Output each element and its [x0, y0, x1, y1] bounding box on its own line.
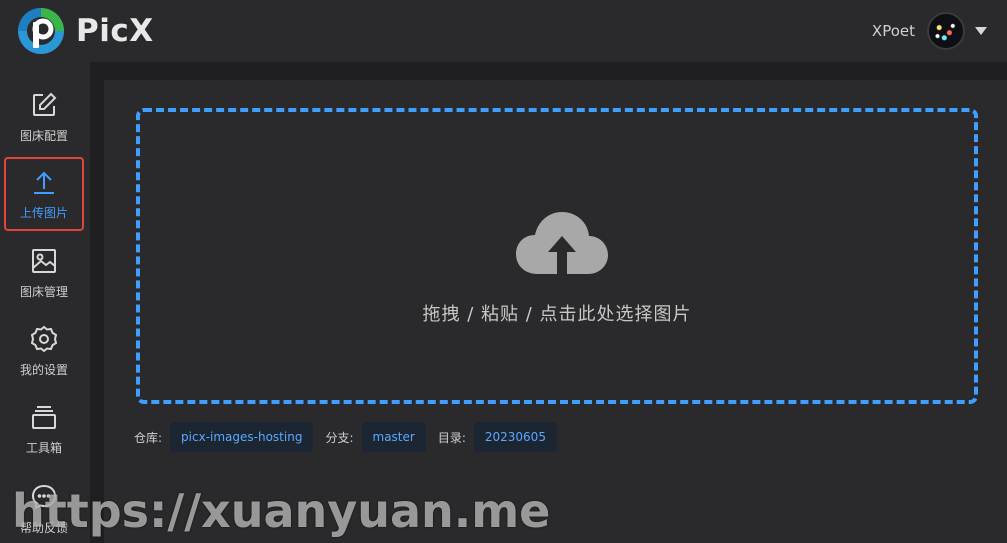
dir-tag[interactable]: 20230605: [473, 422, 557, 452]
sidebar-item-label: 工具箱: [25, 440, 62, 455]
branch-tag[interactable]: master: [361, 422, 426, 452]
sidebar-item-settings[interactable]: 我的设置: [4, 314, 84, 388]
main-content: 拖拽 / 粘贴 / 点击此处选择图片 仓库: picx-images-hosti…: [104, 80, 1007, 543]
dropzone-text: 拖拽 / 粘贴 / 点击此处选择图片: [422, 304, 692, 325]
watermark: https://xuanyuan.me: [12, 484, 551, 538]
sidebar-item-toolbox[interactable]: 工具箱: [4, 392, 84, 466]
sidebar: 图床配置 上传图片 图床管理 我的设置 工具箱 帮助反馈: [0, 62, 90, 543]
sidebar-item-label: 图床配置: [19, 128, 68, 143]
gear-icon: [30, 325, 58, 352]
branch-label: 分支:: [325, 430, 354, 445]
toolbox-icon: [32, 405, 56, 429]
upload-dropzone[interactable]: 拖拽 / 粘贴 / 点击此处选择图片: [136, 108, 978, 404]
sidebar-item-label: 上传图片: [19, 205, 68, 220]
cloud-upload-icon: [516, 212, 608, 274]
top-header: PicX XPoet: [0, 0, 1007, 62]
logo[interactable]: PicX: [16, 6, 154, 56]
repo-info: 仓库: picx-images-hosting 分支: master 目录: 2…: [134, 422, 569, 452]
sidebar-item-picture-bed-config[interactable]: 图床配置: [4, 80, 84, 154]
repo-tag[interactable]: picx-images-hosting: [170, 422, 314, 452]
image-icon: [32, 248, 56, 273]
sidebar-item-label: 我的设置: [19, 362, 68, 377]
username: XPoet: [871, 22, 915, 40]
user-avatar[interactable]: [927, 12, 965, 50]
app-name: PicX: [76, 13, 154, 49]
picx-logo-icon: [18, 8, 64, 54]
upload-icon: [34, 171, 54, 194]
edit-icon: [33, 92, 57, 116]
caret-down-icon[interactable]: [975, 27, 987, 35]
dir-label: 目录:: [437, 430, 466, 445]
repo-label: 仓库:: [134, 430, 163, 445]
sidebar-item-picture-bed-manage[interactable]: 图床管理: [4, 236, 84, 310]
sidebar-item-label: 图床管理: [19, 284, 68, 299]
app-window: PicX XPoet 图床配置 上传图片 图床管理 我的设置 工具箱 帮助反馈 …: [0, 0, 1007, 543]
user-menu[interactable]: XPoet: [872, 11, 987, 51]
sidebar-item-upload[interactable]: 上传图片: [4, 157, 84, 231]
